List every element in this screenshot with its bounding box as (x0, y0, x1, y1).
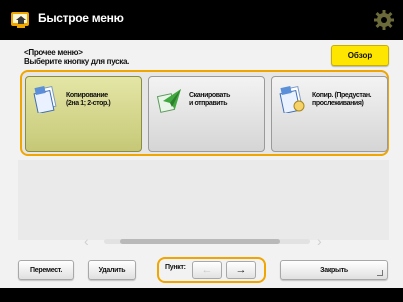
empty-list-area (18, 160, 389, 240)
card-label: Копирование (2на 1; 2-стор.) (66, 92, 111, 107)
menu-heading: <Прочее меню> (24, 48, 83, 57)
scrollbar-thumb[interactable] (120, 239, 280, 244)
card-label: Копир. (Предустан. прослеживания) (312, 92, 372, 107)
instruction-text: <Прочее меню> Выберите кнопку для пуска. (24, 48, 129, 66)
card-scan-send[interactable]: Сканировать и отправить (148, 76, 265, 152)
card-label: Сканировать и отправить (189, 92, 230, 107)
close-button-label: Закрыть (320, 266, 348, 274)
scan-send-icon (156, 89, 181, 113)
window-title: Быстрое меню (38, 11, 124, 25)
gear-icon[interactable] (373, 9, 395, 31)
card-copy-preset[interactable]: Копир. (Предустан. прослеживания) (271, 76, 388, 152)
move-right-button[interactable]: → (226, 261, 256, 279)
button-list-frame: Копирование (2на 1; 2-стор.) Сканировать… (20, 70, 389, 156)
order-label: Пункт: (165, 264, 186, 271)
copy-document-icon (33, 85, 57, 113)
move-left-button[interactable]: ← (192, 261, 222, 279)
card-copy-2in1[interactable]: Копирование (2на 1; 2-стор.) (25, 76, 142, 152)
delete-button[interactable]: Удалить (88, 260, 136, 280)
arrow-left-icon: ← (201, 264, 213, 276)
close-button[interactable]: Закрыть (280, 260, 388, 280)
home-icon[interactable] (10, 10, 32, 30)
copy-preset-icon (279, 85, 305, 113)
scroll-right-icon[interactable]: › (317, 234, 331, 248)
scroll-left-icon[interactable]: ‹ (84, 234, 98, 248)
move-button[interactable]: Перемест. (18, 260, 74, 280)
menu-instruction: Выберите кнопку для пуска. (24, 57, 130, 66)
title-bar: Быстрое меню (0, 0, 403, 40)
corner-mark-icon (377, 270, 383, 276)
footer-bar (0, 288, 403, 302)
overview-button[interactable]: Обзор (331, 45, 389, 66)
arrow-right-icon: → (235, 264, 247, 276)
